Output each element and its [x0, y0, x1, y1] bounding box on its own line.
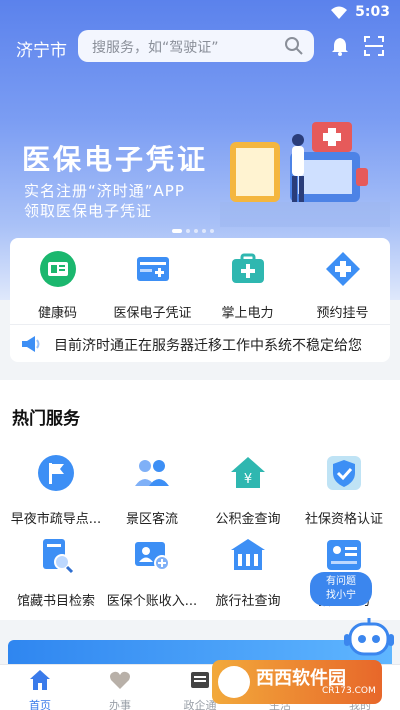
service-travel-agency[interactable]: 旅行社查询: [198, 536, 298, 609]
watermark-logo: 西西软件园 CR173.COM: [212, 660, 382, 704]
watermark-emblem-icon: [218, 666, 250, 698]
search-input[interactable]: 搜服务，如“驾驶证”: [78, 30, 314, 62]
tab-services[interactable]: 办事: [80, 669, 160, 710]
svg-text:¥: ¥: [244, 472, 252, 487]
watermark-url: CR173.COM: [322, 686, 376, 696]
top-bar: 济宁市 搜服务，如“驾驶证”: [0, 30, 400, 62]
house-fund-icon: ¥: [231, 457, 265, 488]
wifi-icon: [331, 6, 347, 19]
assistant-bubble[interactable]: 有问题 找小宁: [310, 572, 372, 606]
service-label: 医保个账收入...: [106, 594, 198, 609]
tab-label: 首页: [29, 699, 51, 710]
flag-icon: [38, 455, 74, 491]
service-label: 馆藏书目检索: [16, 594, 95, 609]
service-label: 景区客流: [125, 512, 178, 527]
health-code-icon: [39, 251, 76, 287]
service-medical-account[interactable]: 医保个账收入...: [102, 536, 202, 609]
assistant-line-1: 有问题: [326, 576, 356, 587]
service-label: 社保资格认证: [304, 512, 383, 527]
pagination-dot: [194, 229, 198, 233]
search-placeholder: 搜服务，如“驾驶证”: [92, 40, 219, 56]
quick-action-label: 预约挂号: [316, 306, 369, 321]
section-title: 热门服务: [12, 409, 80, 429]
service-scenic-flow[interactable]: 景区客流: [102, 454, 202, 527]
id-card-icon: [327, 540, 361, 570]
service-label: 早夜市疏导点...: [10, 512, 102, 527]
banner-subtitle-1: 实名注册“济时通”APP: [24, 182, 185, 200]
book-search-icon: [43, 539, 74, 574]
service-library-search[interactable]: 馆藏书目检索: [6, 536, 106, 609]
search-icon[interactable]: [284, 36, 304, 56]
building-icon: [231, 539, 265, 570]
service-label: 公积金查询: [215, 512, 281, 527]
pagination-dot: [186, 229, 190, 233]
pagination-dot: [202, 229, 206, 233]
shield-check-icon: [327, 456, 361, 490]
banner-subtitle-2: 领取医保电子凭证: [24, 202, 153, 220]
banner-pagination: [172, 229, 214, 233]
user-add-card-icon: [135, 542, 170, 571]
quick-actions-card: 健康码 医保电子凭证 掌上电力 预约挂号 目前济时通正在服务器迁移工作中系统不稳…: [10, 238, 390, 362]
quick-action-label: 掌上电力: [221, 306, 274, 321]
quick-action-appointment[interactable]: 预约挂号: [295, 250, 390, 321]
people-icon: [135, 460, 169, 486]
power-kit-icon: [231, 253, 264, 283]
news-icon: [191, 672, 209, 688]
tab-home[interactable]: 首页: [0, 669, 80, 710]
quick-action-power[interactable]: 掌上电力: [200, 250, 295, 321]
pagination-dot: [210, 229, 214, 233]
status-bar: 5:03: [0, 0, 400, 26]
service-label: 旅行社查询: [215, 594, 281, 609]
heart-icon: [110, 671, 130, 689]
appointment-cross-icon: [325, 252, 360, 286]
bell-icon[interactable]: [330, 36, 350, 56]
city-selector[interactable]: 济宁市: [16, 36, 67, 61]
notice-text: 目前济时通正在服务器迁移工作中系统不稳定给您: [54, 338, 362, 354]
scan-icon[interactable]: [364, 36, 384, 56]
assistant-robot-icon[interactable]: [344, 618, 394, 666]
tab-label: 办事: [109, 699, 131, 710]
quick-action-label: 医保电子凭证: [113, 306, 192, 321]
quick-action-health-code[interactable]: 健康码: [10, 250, 105, 321]
service-social-security[interactable]: 社保资格认证: [294, 454, 394, 527]
megaphone-icon: [22, 336, 40, 352]
clock: 5:03: [355, 4, 390, 20]
medical-card-icon: [136, 257, 169, 281]
notice-bar[interactable]: 目前济时通正在服务器迁移工作中系统不稳定给您: [10, 324, 390, 362]
pagination-dot: [172, 229, 182, 233]
quick-action-medical-card[interactable]: 医保电子凭证: [105, 250, 200, 321]
home-icon: [30, 670, 50, 690]
banner-title: 医保电子凭证: [22, 143, 209, 176]
service-night-market[interactable]: 早夜市疏导点...: [6, 454, 106, 527]
banner-illustration[interactable]: [220, 112, 390, 227]
quick-action-label: 健康码: [37, 306, 77, 321]
service-housing-fund[interactable]: ¥ 公积金查询: [198, 454, 298, 527]
assistant-line-2: 找小宁: [326, 590, 356, 601]
